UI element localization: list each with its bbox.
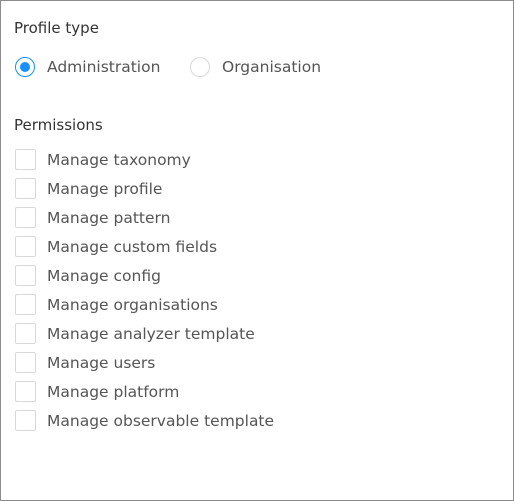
permission-label: Manage config — [47, 266, 161, 285]
radio-organisation[interactable]: Organisation — [190, 55, 321, 79]
permission-manage-profile[interactable]: Manage profile — [15, 174, 274, 203]
checkbox-unchecked-icon[interactable] — [15, 410, 36, 431]
radio-label-organisation: Organisation — [222, 58, 322, 76]
permission-label: Manage taxonomy — [47, 150, 191, 169]
permission-label: Manage pattern — [47, 208, 171, 227]
permission-manage-custom-fields[interactable]: Manage custom fields — [15, 232, 274, 261]
checkbox-unchecked-icon[interactable] — [15, 236, 36, 257]
checkbox-unchecked-icon[interactable] — [15, 178, 36, 199]
permission-label: Manage profile — [47, 179, 163, 198]
permission-label: Manage analyzer template — [47, 324, 255, 343]
permission-manage-config[interactable]: Manage config — [15, 261, 274, 290]
checkbox-unchecked-icon[interactable] — [15, 207, 36, 228]
permission-label: Manage users — [47, 353, 156, 372]
permission-label: Manage organisations — [47, 295, 218, 314]
checkbox-unchecked-icon[interactable] — [15, 381, 36, 402]
permission-manage-observable-template[interactable]: Manage observable template — [15, 406, 274, 435]
profile-type-heading: Profile type — [14, 19, 99, 37]
permission-manage-users[interactable]: Manage users — [15, 348, 274, 377]
permissions-heading: Permissions — [14, 116, 103, 134]
permissions-list: Manage taxonomy Manage profile Manage pa… — [15, 145, 274, 435]
radio-checked-icon[interactable] — [15, 57, 35, 77]
radio-label-administration: Administration — [47, 58, 161, 76]
checkbox-unchecked-icon[interactable] — [15, 149, 36, 170]
permission-label: Manage platform — [47, 382, 180, 401]
checkbox-unchecked-icon[interactable] — [15, 294, 36, 315]
profile-form-panel: Profile type Administration Organisation… — [0, 0, 514, 501]
checkbox-unchecked-icon[interactable] — [15, 323, 36, 344]
radio-unchecked-icon[interactable] — [190, 57, 210, 77]
permission-manage-platform[interactable]: Manage platform — [15, 377, 274, 406]
checkbox-unchecked-icon[interactable] — [15, 265, 36, 286]
permission-label: Manage observable template — [47, 411, 275, 430]
checkbox-unchecked-icon[interactable] — [15, 352, 36, 373]
permission-manage-taxonomy[interactable]: Manage taxonomy — [15, 145, 274, 174]
permission-label: Manage custom fields — [47, 237, 218, 256]
permission-manage-analyzer-template[interactable]: Manage analyzer template — [15, 319, 274, 348]
radio-administration[interactable]: Administration — [15, 55, 160, 79]
permission-manage-organisations[interactable]: Manage organisations — [15, 290, 274, 319]
permission-manage-pattern[interactable]: Manage pattern — [15, 203, 274, 232]
